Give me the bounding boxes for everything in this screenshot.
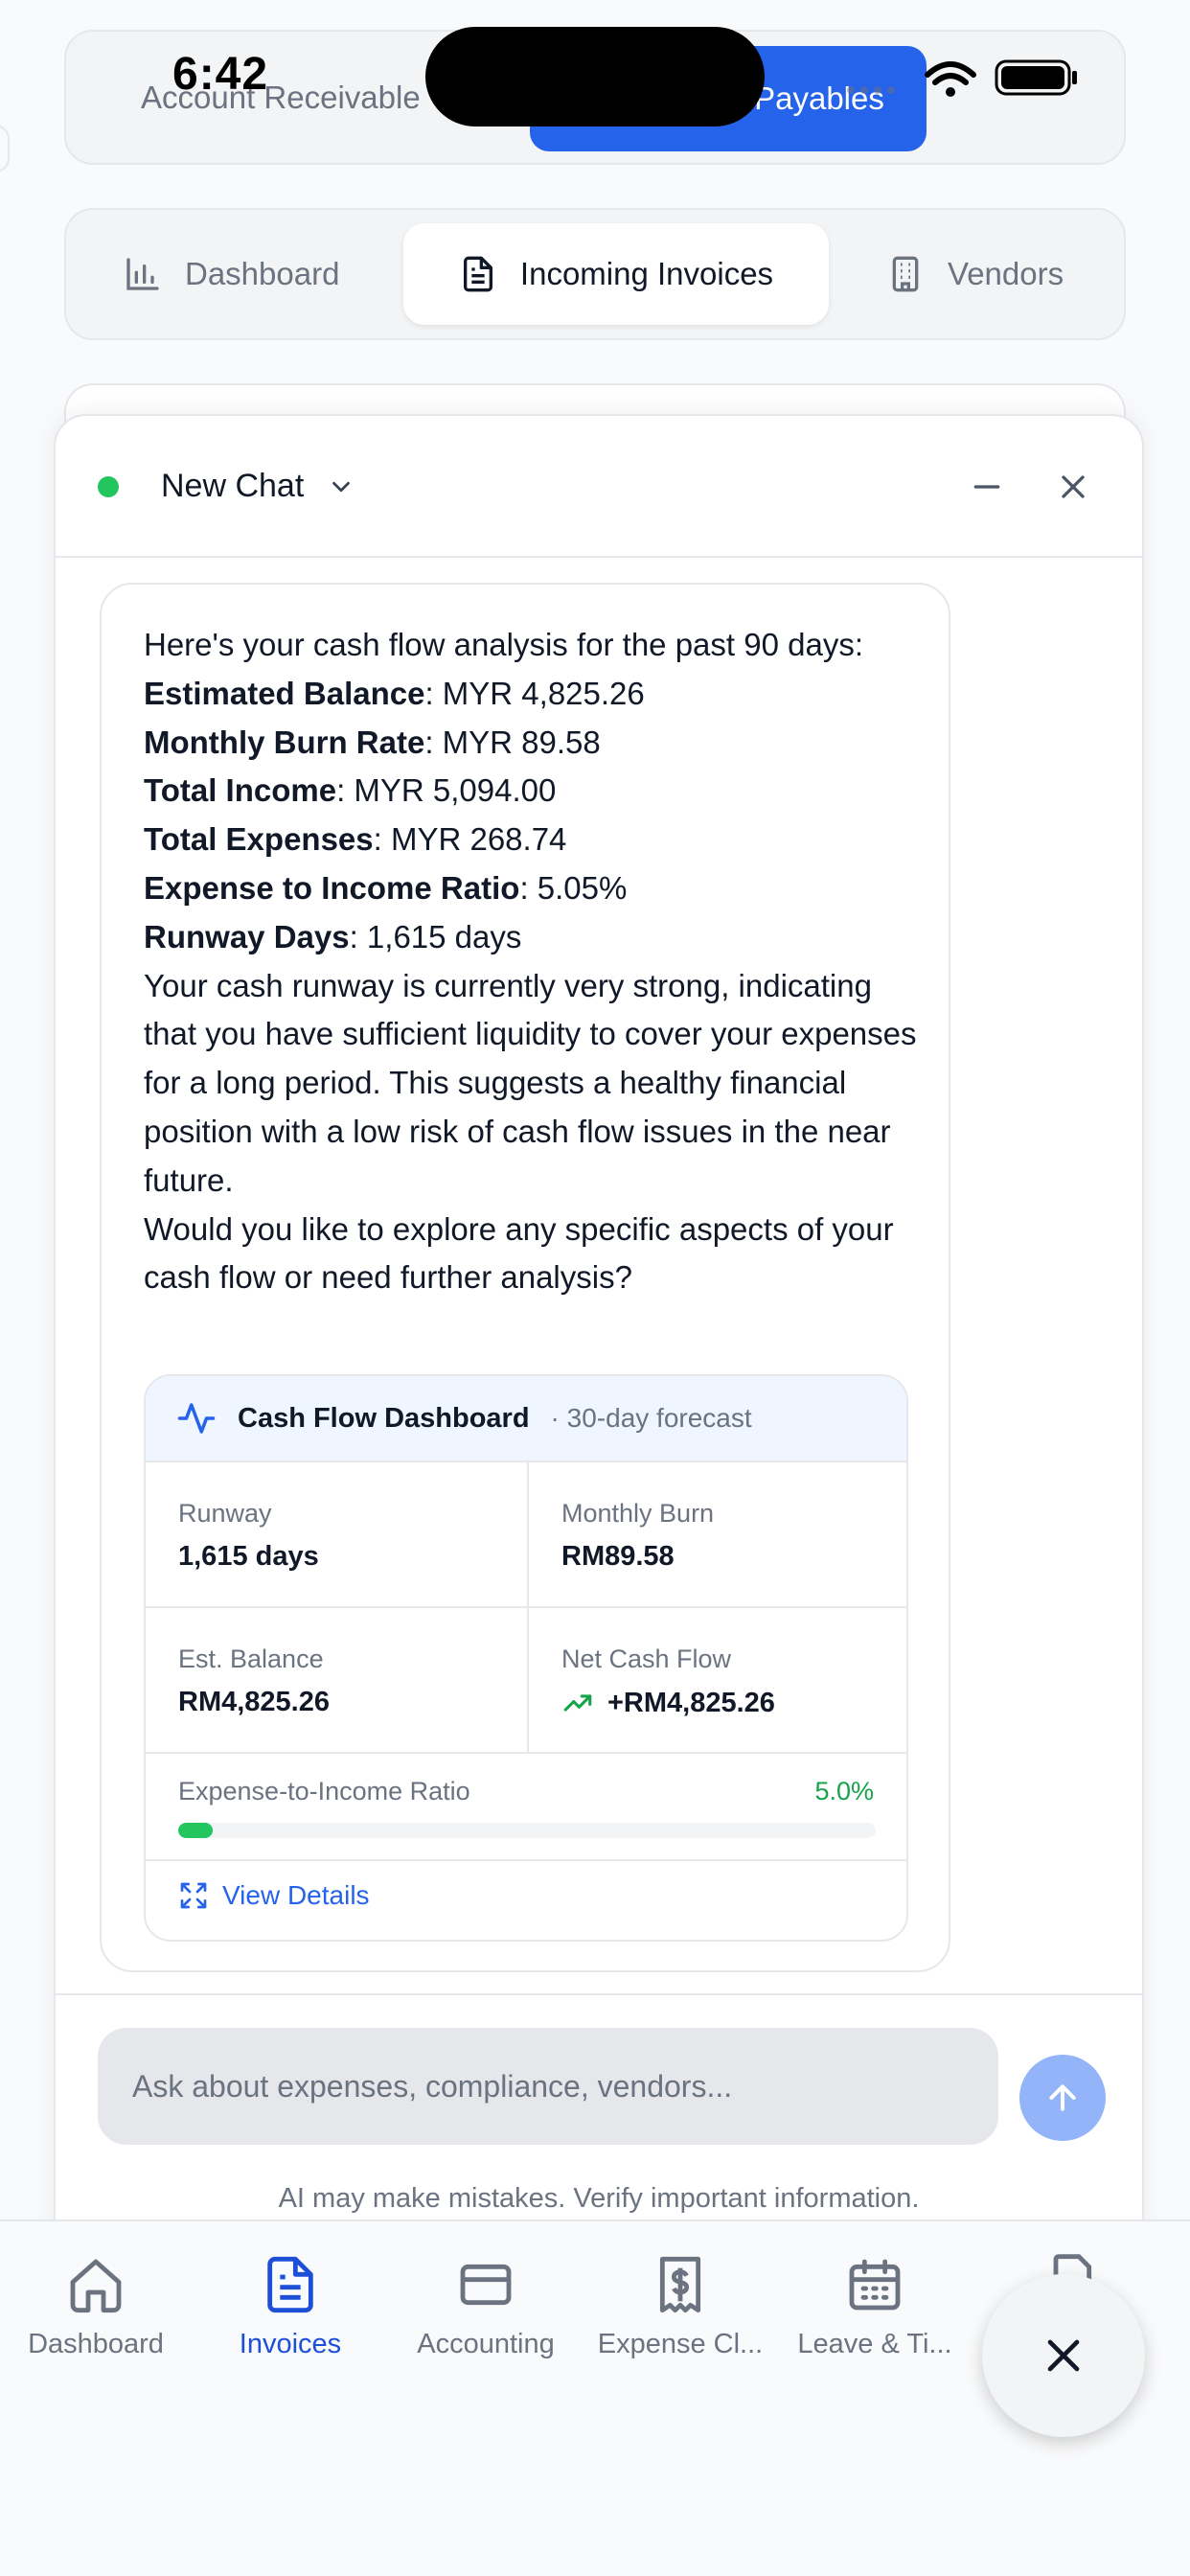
metric-value: : MYR 89.58: [424, 724, 601, 760]
document-icon: [463, 256, 492, 292]
chat-input[interactable]: [98, 2028, 998, 2145]
card-title: Cash Flow Dashboard: [238, 1402, 530, 1434]
dynamic-island: [425, 27, 765, 126]
tab-dashboard[interactable]: Dashboard: [124, 223, 339, 325]
wifi-icon: [925, 61, 976, 85]
nav-label: Invoices: [239, 2329, 342, 2359]
online-status-dot: [98, 476, 119, 497]
tab-vendors[interactable]: Vendors: [886, 223, 1064, 325]
building-icon: [892, 256, 919, 292]
receipt-icon: [659, 2256, 701, 2313]
ratio-label: Expense-to-Income Ratio: [178, 1777, 470, 1806]
assistant-message: Here's your cash flow analysis for the p…: [100, 583, 950, 1972]
card-subtitle: · 30-day forecast: [550, 1403, 752, 1433]
signal-icon: [847, 86, 895, 94]
card-icon: [460, 2264, 512, 2306]
burn-label: Monthly Burn: [561, 1499, 715, 1528]
net-cash-label: Net Cash Flow: [561, 1644, 732, 1673]
nav-label: Expense Cl...: [597, 2329, 764, 2359]
home-icon: [70, 2259, 122, 2313]
cash-flow-card: Cash Flow Dashboard · 30-day forecast Ru…: [144, 1374, 908, 1942]
runway-label: Runway: [178, 1499, 272, 1528]
message-body: Your cash runway is currently very stron…: [144, 967, 917, 1198]
chat-panel: New Chat Here's your cash flow analysis …: [54, 414, 1144, 2241]
message-question: Would you like to explore any specific a…: [144, 1210, 894, 1296]
section-tabs: Dashboard Incoming Invoices Vendors: [64, 208, 1126, 340]
balance-cell: Est. Balance RM4,825.26: [146, 1608, 527, 1754]
cash-flow-card-header: Cash Flow Dashboard · 30-day forecast: [146, 1376, 906, 1462]
metric-value: : MYR 268.74: [373, 821, 567, 858]
activity-icon: [177, 1403, 216, 1434]
trending-up-icon: [563, 1694, 592, 1712]
nav-label: Dashboard: [28, 2329, 164, 2359]
nav-invoices[interactable]: Invoices: [195, 2254, 386, 2360]
close-assistant-fab[interactable]: [982, 2274, 1145, 2437]
status-time: 6:42: [172, 49, 269, 100]
tab-vendors-label: Vendors: [948, 256, 1064, 291]
tab-incoming-invoices-label: Incoming Invoices: [519, 256, 774, 291]
runway-value: 1,615 days: [178, 1541, 319, 1572]
metric-label: Estimated Balance: [144, 675, 425, 711]
close-icon: [1047, 2339, 1080, 2372]
invoice-icon: [267, 2256, 313, 2313]
nav-accounting[interactable]: Accounting: [390, 2254, 582, 2360]
view-details-label: View Details: [222, 1880, 370, 1910]
metric-line: Monthly Burn Rate: MYR 89.58: [144, 719, 920, 768]
battery-icon: [995, 59, 1077, 96]
metric-value: : MYR 4,825.26: [424, 675, 645, 711]
net-cash-value-row: +RM4,825.26: [561, 1687, 775, 1719]
close-chat-button[interactable]: [1046, 460, 1100, 514]
net-cash-cell: Net Cash Flow +RM4,825.26: [527, 1608, 906, 1754]
metric-line: Estimated Balance: MYR 4,825.26: [144, 670, 920, 719]
chat-selector[interactable]: New Chat: [161, 468, 355, 505]
net-cash-value: +RM4,825.26: [607, 1687, 775, 1718]
metric-line: Total Income: MYR 5,094.00: [144, 767, 920, 816]
expand-icon: [180, 1882, 207, 1909]
edge-handle: [0, 125, 10, 172]
nav-expense-claims[interactable]: Expense Cl...: [584, 2254, 776, 2360]
chevron-down-icon: [332, 481, 351, 492]
metric-line: Expense to Income Ratio: 5.05%: [144, 864, 920, 913]
metric-label: Total Income: [144, 772, 337, 809]
nav-label: Leave & Ti...: [797, 2329, 952, 2359]
status-icons: [847, 59, 1077, 97]
burn-cell: Monthly Burn RM89.58: [527, 1462, 906, 1608]
send-button[interactable]: [1019, 2055, 1106, 2141]
minus-icon: [973, 485, 1000, 489]
metric-label: Expense to Income Ratio: [144, 869, 520, 906]
message-intro: Here's your cash flow analysis for the p…: [144, 627, 863, 662]
metric-value: : MYR 5,094.00: [336, 772, 557, 809]
balance-label: Est. Balance: [178, 1644, 324, 1673]
expense-ratio: Expense-to-Income Ratio 5.0%: [146, 1754, 906, 1861]
metric-label: Monthly Burn Rate: [144, 724, 425, 760]
bar-chart-icon: [126, 258, 159, 290]
tab-dashboard-label: Dashboard: [185, 256, 340, 291]
close-icon: [1062, 475, 1085, 498]
nav-label: Accounting: [417, 2329, 555, 2359]
nav-dashboard[interactable]: Dashboard: [0, 2254, 192, 2360]
ratio-progress-fill: [178, 1823, 214, 1838]
view-details-link[interactable]: View Details: [178, 1880, 370, 1911]
nav-leave-time[interactable]: Leave & Ti...: [779, 2254, 971, 2360]
metric-value: : 1,615 days: [349, 918, 522, 954]
metric-line: Total Expenses: MYR 268.74: [144, 816, 920, 864]
runway-cell: Runway 1,615 days: [146, 1462, 527, 1608]
minimize-button[interactable]: [960, 460, 1014, 514]
arrow-up-icon: [1049, 2084, 1076, 2111]
metric-line: Runway Days: 1,615 days: [144, 913, 920, 962]
message-text: Here's your cash flow analysis for the p…: [144, 621, 920, 1302]
metric-value: : 5.05%: [519, 869, 628, 906]
balance-value: RM4,825.26: [178, 1687, 330, 1717]
chat-header: New Chat: [56, 416, 1142, 558]
tab-incoming-invoices[interactable]: Incoming Invoices: [403, 223, 829, 325]
chat-composer: AI may make mistakes. Verify important i…: [56, 1993, 1142, 2239]
ai-disclaimer: AI may make mistakes. Verify important i…: [278, 2183, 920, 2214]
chat-title: New Chat: [161, 468, 305, 504]
ratio-value: 5.0%: [814, 1777, 874, 1806]
ratio-progress-track: [178, 1823, 876, 1838]
calendar-icon: [849, 2259, 901, 2311]
metric-label: Runway Days: [144, 918, 350, 954]
burn-value: RM89.58: [561, 1541, 675, 1572]
metric-label: Total Expenses: [144, 821, 374, 858]
